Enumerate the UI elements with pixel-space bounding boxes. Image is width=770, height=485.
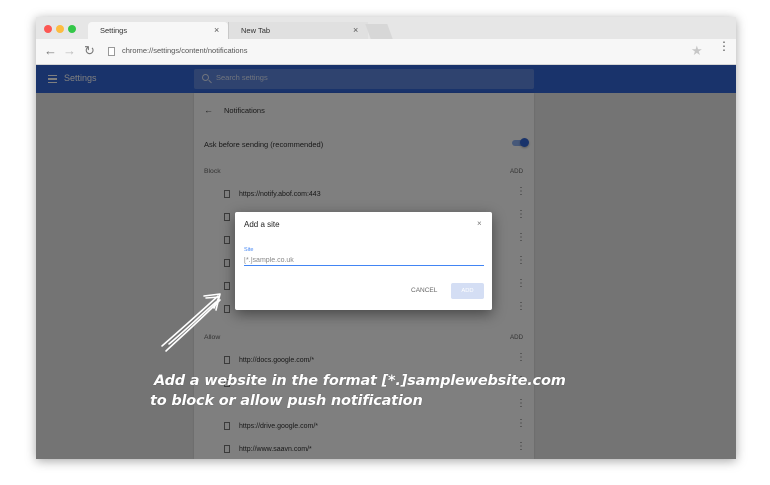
tab-settings-title: Settings: [100, 26, 128, 35]
maximize-window-dot[interactable]: [68, 25, 76, 33]
tab-strip: Settings × New Tab ×: [36, 17, 736, 39]
browser-window: Settings × New Tab × ← → ↻ chrome://sett…: [36, 17, 736, 459]
address-bar[interactable]: chrome://settings/content/notifications: [122, 46, 247, 55]
add-site-dialog: Add a site × Site CANCEL ADD: [235, 212, 492, 310]
add-button[interactable]: ADD: [451, 283, 484, 299]
minimize-window-dot[interactable]: [56, 25, 64, 33]
tab-new-tab-close-icon[interactable]: ×: [353, 25, 358, 35]
close-window-dot[interactable]: [44, 25, 52, 33]
cancel-button[interactable]: CANCEL: [411, 287, 437, 294]
reload-icon[interactable]: ↻: [84, 43, 95, 59]
new-tab-button[interactable]: [365, 24, 393, 39]
screenshot-stage: Settings × New Tab × ← → ↻ chrome://sett…: [0, 0, 770, 485]
back-arrow-icon[interactable]: ←: [44, 43, 57, 59]
tab-settings[interactable]: Settings ×: [88, 22, 228, 39]
site-input[interactable]: [244, 255, 484, 266]
tab-new-tab[interactable]: New Tab ×: [228, 22, 368, 39]
dialog-title: Add a site: [244, 220, 280, 229]
forward-arrow-icon[interactable]: →: [63, 43, 76, 59]
browser-menu-icon[interactable]: ⋮: [718, 40, 730, 52]
site-field-label: Site: [244, 247, 254, 253]
page-info-icon[interactable]: [108, 47, 115, 56]
browser-toolbar: ← → ↻ chrome://settings/content/notifica…: [36, 39, 736, 65]
tab-new-tab-title: New Tab: [241, 26, 271, 35]
bookmark-star-icon[interactable]: ★: [691, 43, 703, 59]
tab-settings-close-icon[interactable]: ×: [214, 25, 219, 35]
close-icon[interactable]: ×: [477, 219, 482, 228]
